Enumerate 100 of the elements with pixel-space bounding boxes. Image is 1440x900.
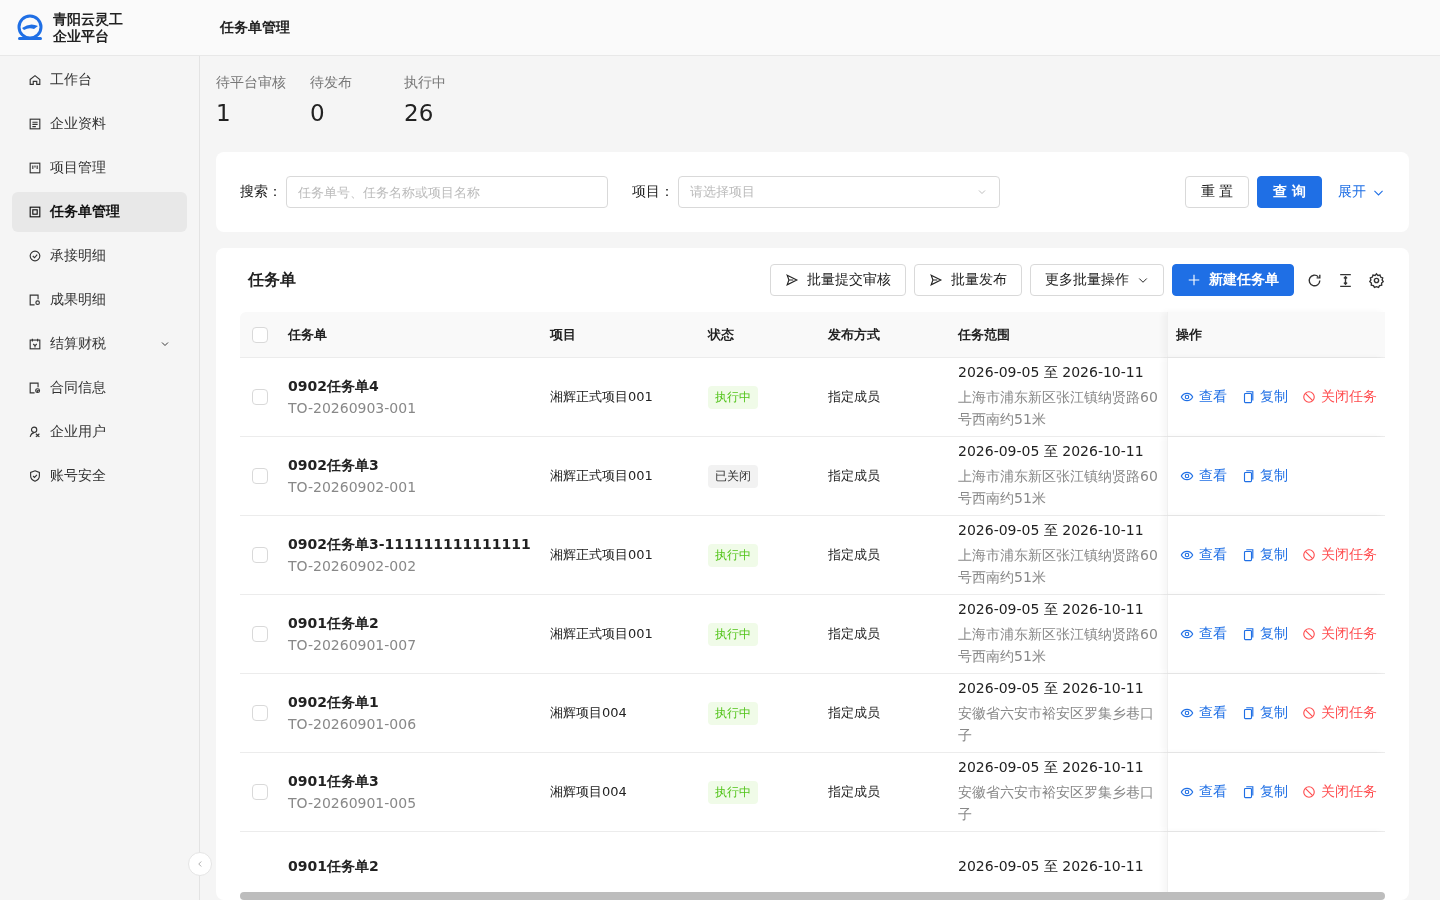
copy-link[interactable]: 复制 bbox=[1241, 783, 1288, 801]
copy-link[interactable]: 复制 bbox=[1241, 388, 1288, 406]
brand-subtitle: 企业平台 bbox=[53, 27, 110, 45]
copy-icon bbox=[1241, 390, 1255, 404]
ban-icon bbox=[1302, 706, 1316, 720]
expand-link[interactable]: 展开 bbox=[1338, 183, 1385, 201]
sidebar-item[interactable]: 成果明细 bbox=[12, 280, 187, 320]
column-header: 发布方式 bbox=[828, 325, 880, 344]
collapse-button[interactable] bbox=[188, 852, 212, 876]
status-tag: 执行中 bbox=[708, 385, 758, 409]
date-range: 2026-09-05 至 2026-10-11 bbox=[958, 443, 1144, 461]
sidebar-item[interactable]: 承接明细 bbox=[12, 236, 187, 276]
column-header: 任务范围 bbox=[958, 325, 1010, 344]
task-code: TO-20260902-001 bbox=[288, 479, 417, 495]
send-icon bbox=[929, 273, 943, 287]
task-code: TO-20260902-002 bbox=[288, 558, 417, 574]
batch-button[interactable]: 批量发布 bbox=[914, 264, 1022, 296]
project-name: 湘辉正式项目001 bbox=[550, 546, 653, 564]
status-tag: 执行中 bbox=[708, 701, 758, 725]
project-name: 湘辉正式项目001 bbox=[550, 388, 653, 406]
sidebar-item[interactable]: 任务单管理 bbox=[12, 192, 187, 232]
task-address: 上海市浦东新区张江镇纳贤路60号西南约51米 bbox=[958, 467, 1159, 508]
close-task-link[interactable]: 关闭任务 bbox=[1302, 546, 1377, 564]
sidebar-item[interactable]: 企业资料 bbox=[12, 104, 187, 144]
plus-icon bbox=[1187, 273, 1201, 287]
ban-icon bbox=[1302, 627, 1316, 641]
new-task-button[interactable]: 新建任务单 bbox=[1172, 264, 1294, 296]
row-checkbox[interactable] bbox=[252, 626, 268, 642]
eye-icon bbox=[1180, 390, 1194, 404]
row-checkbox[interactable] bbox=[252, 389, 268, 405]
task-name: 0902任务单1 bbox=[288, 694, 379, 712]
close-task-link[interactable]: 关闭任务 bbox=[1302, 388, 1377, 406]
task-address: 安徽省六安市裕安区罗集乡巷口子 bbox=[958, 783, 1155, 824]
settings-icon bbox=[1368, 271, 1385, 289]
copy-link[interactable]: 复制 bbox=[1241, 467, 1288, 485]
view-link[interactable]: 查看 bbox=[1180, 467, 1227, 485]
task-address: 上海市浦东新区张江镇纳贤路60号西南约51米 bbox=[958, 546, 1159, 587]
close-task-link[interactable]: 关闭任务 bbox=[1302, 704, 1377, 722]
field-label: 搜索： bbox=[240, 183, 282, 201]
select-all-checkbox[interactable] bbox=[252, 326, 268, 343]
date-range: 2026-09-05 至 2026-10-11 bbox=[958, 759, 1144, 777]
sidebar-item[interactable]: 项目管理 bbox=[12, 148, 187, 188]
view-link[interactable]: 查看 bbox=[1180, 704, 1227, 722]
task-name: 0901任务单3 bbox=[288, 773, 379, 791]
row-checkbox[interactable] bbox=[252, 784, 268, 800]
copy-link[interactable]: 复制 bbox=[1241, 625, 1288, 643]
task-code: TO-20260903-001 bbox=[288, 400, 417, 416]
date-range: 2026-09-05 至 2026-10-11 bbox=[958, 601, 1144, 619]
task-code: TO-20260901-005 bbox=[288, 795, 417, 811]
eye-icon bbox=[1180, 548, 1194, 562]
task-code: TO-20260901-007 bbox=[288, 637, 417, 653]
copy-icon bbox=[1241, 627, 1255, 641]
publish-method: 指定成员 bbox=[828, 467, 880, 485]
column-height-icon bbox=[1337, 271, 1354, 289]
task-address: 上海市浦东新区张江镇纳贤路60号西南约51米 bbox=[958, 625, 1159, 666]
copy-link[interactable]: 复制 bbox=[1241, 704, 1288, 722]
ban-icon bbox=[1302, 548, 1316, 562]
column-header: 操作 bbox=[1176, 325, 1202, 344]
refresh-icon bbox=[1306, 271, 1323, 289]
project-name: 湘辉项目004 bbox=[550, 783, 627, 801]
date-range: 2026-09-05 至 2026-10-11 bbox=[958, 680, 1144, 698]
sidebar-item[interactable]: 工作台 bbox=[12, 60, 187, 100]
row-checkbox[interactable] bbox=[252, 705, 268, 721]
close-task-link[interactable]: 关闭任务 bbox=[1302, 783, 1377, 801]
sidebar-item[interactable]: 企业用户 bbox=[12, 412, 187, 452]
view-link[interactable]: 查看 bbox=[1180, 546, 1227, 564]
stat-value: 0 bbox=[310, 100, 326, 126]
horizontal-scrollbar[interactable] bbox=[240, 892, 1385, 900]
task-address: 上海市浦东新区张江镇纳贤路60号西南约51米 bbox=[958, 388, 1159, 429]
batch-button[interactable]: 批量提交审核 bbox=[770, 264, 906, 296]
sidebar-item[interactable]: 账号安全 bbox=[12, 456, 187, 496]
sidebar-item[interactable]: 合同信息 bbox=[12, 368, 187, 408]
dropdown-button[interactable]: 更多批量操作 bbox=[1030, 264, 1164, 296]
search-field[interactable]: 任务单号、任务名称或项目名称 bbox=[286, 176, 608, 208]
copy-icon bbox=[1241, 785, 1255, 799]
status-tag: 执行中 bbox=[708, 780, 758, 804]
copy-link[interactable]: 复制 bbox=[1241, 546, 1288, 564]
section-title: 任务单 bbox=[246, 269, 296, 291]
menu-item-icon bbox=[28, 293, 42, 307]
view-link[interactable]: 查看 bbox=[1180, 783, 1227, 801]
row-checkbox[interactable] bbox=[252, 468, 268, 484]
eye-icon bbox=[1180, 706, 1194, 720]
view-link[interactable]: 查看 bbox=[1180, 388, 1227, 406]
close-task-link[interactable]: 关闭任务 bbox=[1302, 625, 1377, 643]
view-link[interactable]: 查看 bbox=[1180, 625, 1227, 643]
reset-button[interactable]: 重 置 bbox=[1184, 176, 1250, 208]
publish-method: 指定成员 bbox=[828, 388, 880, 406]
page-title: 任务单管理 bbox=[218, 18, 290, 37]
menu-item-icon bbox=[28, 337, 42, 351]
sidebar-item[interactable]: 结算财税 bbox=[12, 324, 187, 364]
column-header: 任务单 bbox=[288, 325, 327, 344]
query-button[interactable]: 查 询 bbox=[1257, 176, 1322, 208]
stat-value: 1 bbox=[216, 100, 232, 126]
task-code: TO-20260901-006 bbox=[288, 716, 417, 732]
date-range: 2026-09-05 至 2026-10-11 bbox=[958, 858, 1144, 876]
row-checkbox[interactable] bbox=[252, 547, 268, 563]
project-name: 湘辉正式项目001 bbox=[550, 625, 653, 643]
copy-icon bbox=[1241, 706, 1255, 720]
menu-item-icon bbox=[28, 381, 42, 395]
menu-item-icon bbox=[28, 205, 42, 219]
